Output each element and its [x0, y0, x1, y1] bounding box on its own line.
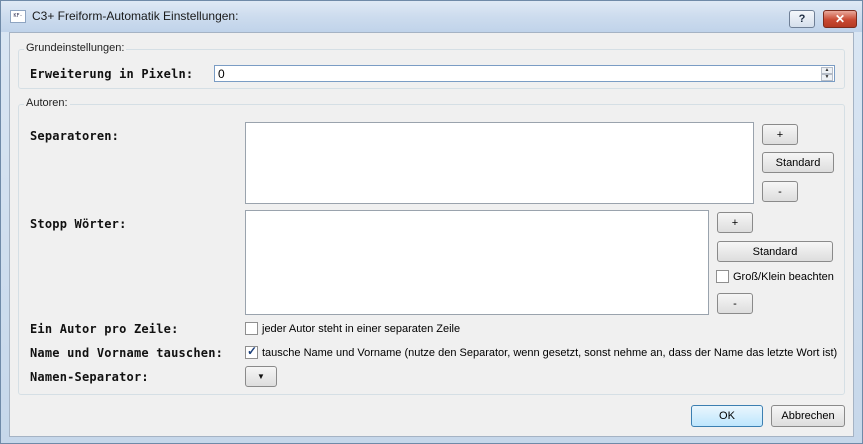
swap-name-check-label: tausche Name und Vorname (nutze den Sepa…: [262, 346, 838, 359]
help-icon: ?: [798, 13, 806, 25]
close-icon: ✕: [834, 12, 846, 26]
window-title: C3+ Freiform-Automatik Einstellungen:: [32, 9, 239, 23]
spin-down-icon[interactable]: ▼: [821, 74, 833, 81]
ok-button[interactable]: OK: [691, 405, 763, 427]
separators-list[interactable]: [245, 122, 754, 204]
basic-settings-label: Grundeinstellungen:: [24, 42, 127, 54]
one-author-checkbox[interactable]: [245, 322, 258, 335]
stopwords-label: Stopp Wörter:: [30, 217, 127, 231]
swap-name-option[interactable]: tausche Name und Vorname (nutze den Sepa…: [245, 344, 838, 359]
separators-label: Separatoren:: [30, 129, 120, 143]
expansion-value: 0: [218, 67, 225, 81]
case-sensitive-option[interactable]: Groß/Klein beachten: [716, 270, 834, 283]
swap-name-label: Name und Vorname tauschen:: [30, 346, 224, 360]
spin-arrows[interactable]: ▲ ▼: [821, 67, 833, 81]
one-author-label: Ein Autor pro Zeile:: [30, 322, 179, 336]
stopwords-add-button[interactable]: +: [717, 212, 753, 233]
name-separator-label: Namen-Separator:: [30, 370, 149, 384]
swap-name-checkbox[interactable]: [245, 344, 258, 359]
close-button[interactable]: ✕: [823, 10, 857, 28]
case-sensitive-label: Groß/Klein beachten: [733, 270, 834, 283]
separators-remove-button[interactable]: -: [762, 181, 798, 202]
chevron-down-icon: ▼: [257, 372, 265, 381]
authors-group-label: Autoren:: [24, 97, 70, 109]
stopwords-standard-button[interactable]: Standard: [717, 241, 833, 262]
separators-standard-button[interactable]: Standard: [762, 152, 834, 173]
name-separator-dropdown[interactable]: ▼: [245, 366, 277, 387]
expansion-spinbox[interactable]: 0 ▲ ▼: [214, 65, 835, 82]
dialog-window: KF-C3 C3+ Freiform-Automatik Einstellung…: [0, 0, 863, 444]
stopwords-remove-button[interactable]: -: [717, 293, 753, 314]
app-icon: KF-C3: [10, 10, 26, 23]
one-author-option[interactable]: jeder Autor steht in einer separaten Zei…: [245, 322, 460, 335]
help-button[interactable]: ?: [789, 10, 815, 28]
dialog-content: Grundeinstellungen: Erweiterung in Pixel…: [9, 32, 854, 437]
case-sensitive-checkbox[interactable]: [716, 270, 729, 283]
cancel-button[interactable]: Abbrechen: [771, 405, 845, 427]
stopwords-list[interactable]: [245, 210, 709, 315]
expansion-label: Erweiterung in Pixeln:: [30, 67, 194, 81]
one-author-check-label: jeder Autor steht in einer separaten Zei…: [262, 322, 461, 335]
title-bar[interactable]: KF-C3 C3+ Freiform-Automatik Einstellung…: [1, 1, 862, 32]
separators-add-button[interactable]: +: [762, 124, 798, 145]
spin-up-icon[interactable]: ▲: [821, 67, 833, 74]
